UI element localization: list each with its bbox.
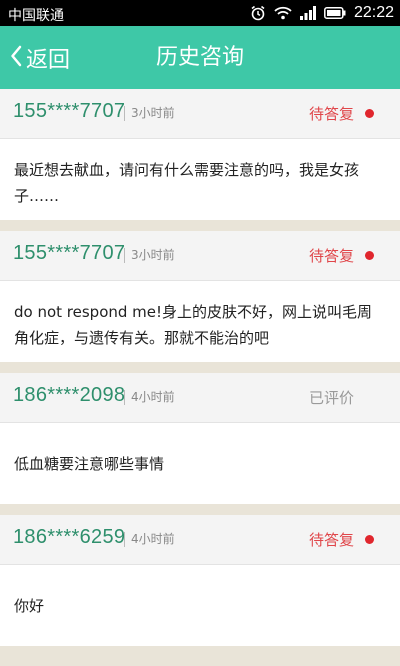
time-ago: 4小时前 <box>124 532 175 547</box>
status-label: 待答复 <box>308 531 354 549</box>
card-header: 155****7707 3小时前 待答复 <box>0 231 400 281</box>
unread-dot-icon <box>365 535 374 544</box>
user-phone: 186****2098 <box>13 384 126 406</box>
status-label: 待答复 <box>308 105 354 123</box>
carrier-name: 中国联通 <box>8 8 64 24</box>
page-title: 历史咨询 <box>155 45 244 70</box>
status-label: 待答复 <box>308 247 354 265</box>
card-header: 155****7707 3小时前 待答复 <box>0 89 400 139</box>
user-phone: 155****7707 <box>13 242 126 264</box>
user-phone: 186****6259 <box>13 526 126 548</box>
consultation-card[interactable]: 186****6259 4小时前 待答复 你好 <box>0 515 400 646</box>
nav-bar: 返回 历史咨询 <box>0 26 400 89</box>
question-text: 最近想去献血，请问有什么需要注意的吗，我是女孩子…… <box>0 139 400 220</box>
consultation-card[interactable]: 155****7707 3小时前 待答复 最近想去献血，请问有什么需要注意的吗，… <box>0 89 400 220</box>
unread-dot-icon <box>365 109 374 118</box>
consultation-card[interactable]: 155****7707 3小时前 待答复 do not respond me!身… <box>0 231 400 362</box>
card-header: 186****2098 4小时前 已评价 <box>0 373 400 423</box>
status-label: 已评价 <box>308 389 354 407</box>
question-text: do not respond me!身上的皮肤不好，网上说叫毛周角化症，与遗传有… <box>0 281 400 362</box>
time-ago: 4小时前 <box>124 390 175 405</box>
signal-icon <box>299 6 316 20</box>
status-icons: 22:22 <box>250 3 394 23</box>
battery-icon <box>324 7 346 19</box>
time-ago: 3小时前 <box>124 106 175 121</box>
user-phone: 155****7707 <box>13 100 126 122</box>
card-header: 186****6259 4小时前 待答复 <box>0 515 400 565</box>
status-bar: 中国联通 22:22 <box>0 0 400 26</box>
wifi-icon <box>274 6 292 20</box>
question-text: 低血糖要注意哪些事情 <box>0 423 400 504</box>
consultation-card[interactable]: 186****2098 4小时前 已评价 低血糖要注意哪些事情 <box>0 373 400 504</box>
unread-dot-icon <box>365 251 374 260</box>
question-text: 你好 <box>0 565 400 646</box>
clock: 22:22 <box>353 4 394 21</box>
alarm-icon <box>250 5 266 21</box>
time-ago: 3小时前 <box>124 248 175 263</box>
